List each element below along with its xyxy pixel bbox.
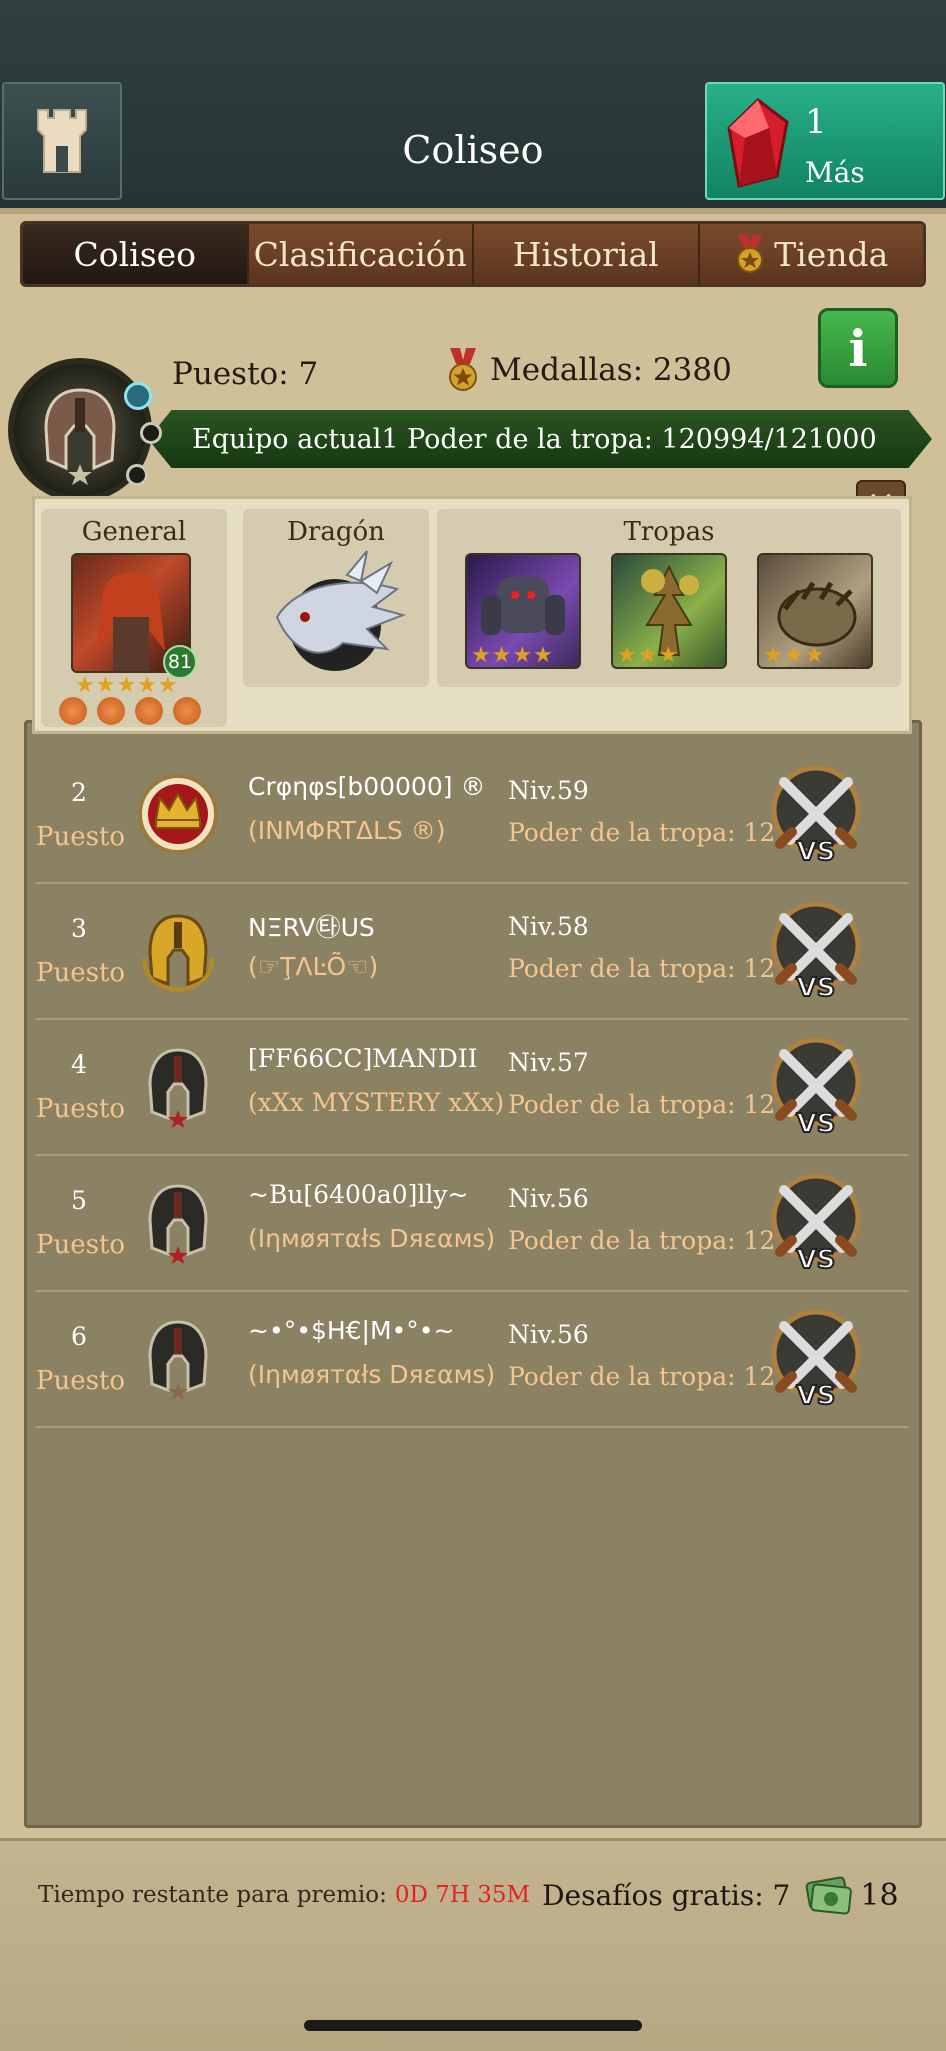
gold-helmet-badge-icon: [142, 914, 214, 992]
general-slot[interactable]: General 81 ★★★★★: [41, 509, 227, 727]
svg-text:VS: VS: [797, 837, 836, 867]
vs-challenge-button[interactable]: VS: [762, 896, 870, 1004]
general-title: General: [81, 517, 187, 547]
player-level: Niv.58: [508, 912, 589, 941]
player-name: NΞRV㉹US: [248, 913, 375, 942]
troop-3-stars: ★★★: [763, 643, 826, 668]
spartan-helmet-badge-icon: [148, 1184, 208, 1264]
reward-timer: 0D 7H 35M: [394, 1882, 531, 1908]
vs-challenge-button[interactable]: VS: [762, 1304, 870, 1412]
medals-count: Medallas: 2380: [446, 348, 732, 392]
reward-time-label: Tiempo restante para premio:: [38, 1882, 387, 1908]
general-gem-slot-2: [97, 697, 125, 725]
player-level: Niv.56: [508, 1320, 589, 1349]
rank-position: 4: [71, 1050, 87, 1079]
player-guild: (xXx MYSTERY xXx): [248, 1088, 505, 1117]
top-bar: Coliseo 1 Más: [0, 0, 946, 208]
rank-position: 3: [71, 914, 87, 943]
spartan-helmet-badge-icon: [148, 1320, 208, 1400]
rank-position-label: Puesto: [36, 958, 126, 988]
medal-icon: [737, 235, 764, 273]
player-guild: (Iηмøятαłs Dяεαмs): [248, 1360, 496, 1389]
troop-1-stars: ★★★★: [471, 643, 554, 668]
gold-crown-badge-icon: [138, 774, 218, 854]
ranking-row: 5 Puesto ~Bu[6400a0]lly~ (Iηмøятαłs Dяεα…: [36, 1156, 908, 1292]
rank-position: 6: [71, 1322, 87, 1351]
troops-title: Tropas: [623, 517, 715, 547]
troops-slot: Tropas ★★★★ ★★★ ★★★: [437, 509, 901, 687]
svg-text:VS: VS: [797, 1381, 836, 1411]
player-name: ~•°•$H€|M•°•~: [248, 1316, 455, 1345]
tab-tienda[interactable]: Tienda: [697, 224, 923, 284]
gem-more-label: Más: [805, 156, 865, 189]
gem-count: 1: [805, 102, 827, 142]
player-guild: (Iηмøятαłs Dяεαмs): [248, 1224, 496, 1253]
player-level: Niv.57: [508, 1048, 589, 1077]
reward-info: Tiempo restante para premio: 0D 7H 35M D…: [38, 1874, 899, 1916]
cash-stack-icon: [806, 1876, 853, 1915]
rank-position-label: Puesto: [36, 1230, 126, 1260]
svg-text:VS: VS: [797, 1109, 836, 1139]
tab-bar: Coliseo Clasificación Historial Tienda: [20, 221, 926, 287]
ranking-row: 3 Puesto NΞRV㉹US (☞ŢΛĿÕ☜) Niv.58 Poder d…: [36, 884, 908, 1020]
ranking-row: 6 Puesto ~•°•$H€|M•°•~ (Iηмøятαłs Dяεαмs…: [36, 1292, 908, 1428]
rank-position-label: Puesto: [36, 1094, 126, 1124]
team-slot-dot-2[interactable]: [140, 422, 162, 444]
vs-challenge-button[interactable]: VS: [762, 1032, 870, 1140]
vs-challenge-button[interactable]: VS: [762, 1168, 870, 1276]
vs-challenge-button[interactable]: VS: [762, 760, 870, 868]
svg-text:VS: VS: [797, 973, 836, 1003]
info-button[interactable]: i: [818, 308, 898, 388]
castle-button[interactable]: [2, 82, 122, 200]
player-name: ~Bu[6400a0]lly~: [248, 1180, 469, 1209]
current-rank: Puesto: 7: [172, 356, 319, 392]
tab-historial[interactable]: Historial: [472, 224, 698, 284]
current-team-bar: Equipo actual1 Poder de la tropa: 120994…: [148, 410, 932, 468]
gems-more-button[interactable]: 1 Más: [705, 82, 945, 200]
player-guild: (INMΦRTΔLS ®): [248, 816, 446, 845]
ranking-row: 4 Puesto [FF66CC]MANDII (xXx MYSTERY xXx…: [36, 1020, 908, 1156]
troop-2-stars: ★★★: [617, 643, 680, 668]
player-guild: (☞ŢΛĿÕ☜): [248, 952, 379, 981]
player-level: Niv.56: [508, 1184, 589, 1213]
ranking-row: 2 Puesto Crφηφs[b00000] ® (INMΦRTΔLS ®) …: [36, 748, 908, 884]
general-gem-slot-4: [173, 697, 201, 725]
page-title: Coliseo: [402, 128, 544, 172]
player-level: Niv.59: [508, 776, 589, 805]
player-name: Crφηφs[b00000] ®: [248, 772, 486, 801]
medal-icon: [449, 348, 477, 391]
cash-count: 18: [860, 1877, 899, 1913]
general-gem-slot-3: [135, 697, 163, 725]
team-composition: General 81 ★★★★★ Dragón Tropas ★★★★ ★★★ …: [32, 496, 912, 734]
rank-position-label: Puesto: [36, 822, 126, 852]
rank-position-label: Puesto: [36, 1366, 126, 1396]
rank-position: 5: [71, 1186, 87, 1215]
player-name: [FF66CC]MANDII: [248, 1044, 478, 1073]
info-icon: i: [848, 318, 868, 378]
tab-clasificacion[interactable]: Clasificación: [246, 224, 472, 284]
free-challenges: Desafíos gratis: 7: [542, 1878, 791, 1912]
general-gem-slot-1: [59, 697, 87, 725]
dragon-icon: [275, 550, 407, 671]
team-slot-dot-1[interactable]: [124, 382, 152, 410]
home-indicator[interactable]: [304, 2020, 642, 2031]
rank-position: 2: [71, 778, 87, 807]
tab-coliseo[interactable]: Coliseo: [23, 224, 247, 284]
castle-tower-icon: [37, 109, 87, 173]
svg-text:VS: VS: [797, 1245, 836, 1275]
spartan-helmet-badge-icon: [148, 1048, 208, 1128]
general-stars: ★★★★★: [75, 673, 179, 698]
team-slot-dot-3[interactable]: [126, 464, 148, 486]
dragon-slot[interactable]: Dragón: [243, 509, 429, 687]
dragon-title: Dragón: [287, 517, 385, 547]
red-gem-icon: [727, 98, 789, 188]
